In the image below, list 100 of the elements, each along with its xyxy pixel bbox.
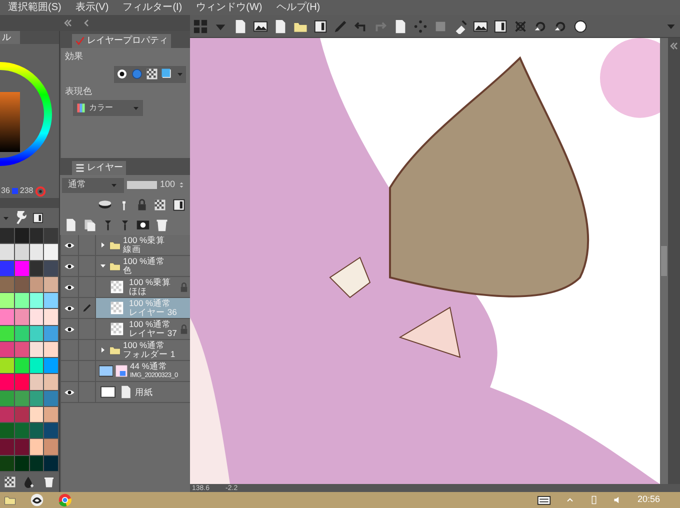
merge-down-icon[interactable] bbox=[119, 219, 131, 231]
menu-item[interactable]: フィルター(I) bbox=[122, 0, 182, 15]
layer-name[interactable]: 用紙 bbox=[135, 388, 189, 396]
watercolor-effect-icon[interactable] bbox=[131, 68, 143, 80]
expression-color-dropdown[interactable]: カラー bbox=[73, 100, 143, 116]
menu-item[interactable]: 表示(V) bbox=[75, 0, 109, 15]
color-swatch[interactable] bbox=[44, 423, 59, 440]
picture-icon[interactable] bbox=[473, 18, 488, 34]
menu-item[interactable]: ウィンドウ(W) bbox=[196, 0, 262, 15]
color-swatch[interactable] bbox=[44, 260, 59, 277]
panel-tab[interactable]: レイヤープロパティ bbox=[72, 34, 171, 48]
color-swatch[interactable] bbox=[14, 358, 30, 374]
trash-icon[interactable] bbox=[155, 218, 169, 232]
color-swatch[interactable] bbox=[14, 374, 30, 391]
fill-icon[interactable] bbox=[453, 18, 468, 34]
menu-item[interactable]: 選択範囲(S) bbox=[8, 0, 62, 15]
layer-row[interactable]: 100 %通常 色 bbox=[96, 256, 190, 276]
color-swatch[interactable] bbox=[0, 456, 15, 472]
tone-effect-icon[interactable] bbox=[146, 68, 158, 80]
color-swatch[interactable] bbox=[0, 439, 15, 456]
collapsed-arrow-icon[interactable] bbox=[99, 241, 107, 249]
app-icon[interactable] bbox=[30, 493, 44, 507]
layer-row[interactable]: 100 %乗算 線画 bbox=[96, 235, 190, 255]
lock-icon[interactable] bbox=[136, 198, 148, 212]
color-swatch[interactable] bbox=[30, 309, 44, 326]
layer-row[interactable]: 用紙 bbox=[96, 382, 190, 402]
color-swatch[interactable] bbox=[30, 374, 44, 391]
frame-icon[interactable] bbox=[493, 18, 508, 34]
color-swatch[interactable] bbox=[0, 374, 15, 391]
folder-icon[interactable] bbox=[4, 494, 16, 506]
double-chevron-icon[interactable] bbox=[670, 42, 678, 50]
color-swatch[interactable] bbox=[44, 276, 59, 294]
color-swatch[interactable] bbox=[44, 358, 59, 374]
color-swatch[interactable] bbox=[30, 358, 44, 374]
color-swatch[interactable] bbox=[0, 260, 15, 277]
spinner-icon[interactable] bbox=[178, 180, 186, 190]
new-page-icon[interactable] bbox=[273, 18, 288, 34]
color-swatch[interactable] bbox=[30, 423, 44, 440]
color-swatch[interactable] bbox=[14, 293, 30, 310]
page-export-icon[interactable] bbox=[393, 18, 408, 34]
layout-grid-icon[interactable] bbox=[193, 18, 208, 34]
layer-row[interactable]: 100 %通常 フォルダー 1 bbox=[96, 340, 190, 360]
color-swatch[interactable] bbox=[44, 374, 59, 391]
dotted-circle-icon[interactable] bbox=[413, 18, 428, 34]
collapsed-arrow-icon[interactable] bbox=[99, 346, 107, 354]
transform-icon[interactable] bbox=[513, 18, 528, 34]
color-swatch[interactable] bbox=[30, 293, 44, 310]
blend-mode-dropdown[interactable]: 通常 bbox=[62, 178, 124, 192]
color-swatch[interactable] bbox=[0, 244, 15, 261]
color-swatch[interactable] bbox=[0, 423, 15, 440]
border-effect-icon[interactable] bbox=[116, 68, 128, 80]
color-swatch[interactable] bbox=[44, 456, 59, 472]
color-swatch[interactable] bbox=[44, 293, 59, 310]
color-swatch[interactable] bbox=[44, 228, 59, 244]
color-swatch[interactable] bbox=[0, 276, 15, 294]
color-swatch[interactable] bbox=[14, 423, 30, 440]
chevron-icon[interactable] bbox=[84, 19, 89, 27]
color-swatch[interactable] bbox=[14, 309, 30, 326]
caret-icon[interactable] bbox=[176, 70, 184, 78]
color-swatch[interactable] bbox=[44, 390, 59, 407]
circle-icon[interactable] bbox=[573, 18, 588, 34]
double-chevron-icon[interactable] bbox=[64, 19, 72, 27]
color-swatch[interactable] bbox=[44, 326, 59, 342]
opacity-slider-fill[interactable] bbox=[127, 181, 157, 189]
color-swatch[interactable] bbox=[0, 326, 15, 342]
wrench-icon[interactable] bbox=[14, 211, 28, 225]
color-swatch[interactable] bbox=[0, 390, 15, 407]
page-icon[interactable] bbox=[233, 18, 248, 34]
color-swatch[interactable] bbox=[30, 244, 44, 261]
color-swatch[interactable] bbox=[44, 244, 59, 261]
add-color-icon[interactable] bbox=[4, 476, 16, 488]
color-swatch[interactable] bbox=[14, 439, 30, 456]
layer-mask-icon[interactable] bbox=[136, 218, 150, 232]
color-swatch[interactable] bbox=[14, 244, 30, 261]
brush-icon[interactable] bbox=[333, 18, 348, 34]
layer-name[interactable]: レイヤー 37 bbox=[129, 329, 177, 338]
expanded-arrow-icon[interactable] bbox=[99, 262, 107, 270]
color-swatch[interactable] bbox=[44, 309, 59, 326]
color-swatch[interactable] bbox=[44, 439, 59, 456]
color-swatch[interactable] bbox=[14, 228, 30, 244]
color-swatch[interactable] bbox=[0, 358, 15, 374]
color-swatch[interactable] bbox=[0, 309, 15, 326]
color-swatch[interactable] bbox=[0, 293, 15, 310]
layer-name[interactable]: 色 bbox=[123, 266, 189, 275]
layer-name[interactable]: ほほ bbox=[129, 287, 177, 296]
layer-row[interactable]: 100 %通常 レイヤー 37 bbox=[96, 319, 190, 339]
color-swatch[interactable] bbox=[30, 439, 44, 456]
layer-color-icon[interactable] bbox=[161, 68, 173, 80]
panel-tab[interactable]: レイヤー bbox=[72, 161, 126, 175]
layer-row[interactable]: 100 %乗算 ほほ bbox=[96, 277, 190, 297]
color-swatch[interactable] bbox=[30, 228, 44, 244]
color-swatch[interactable] bbox=[0, 406, 15, 424]
trash-icon[interactable] bbox=[43, 476, 56, 488]
color-swatch[interactable] bbox=[44, 342, 59, 358]
new-folder-icon[interactable] bbox=[83, 218, 97, 232]
panel-tab[interactable]: ル bbox=[0, 31, 20, 44]
caret-icon[interactable] bbox=[2, 214, 10, 222]
menu-item[interactable]: ヘルプ(H) bbox=[276, 0, 320, 15]
new-layer-icon[interactable] bbox=[64, 218, 78, 232]
keyboard-icon[interactable] bbox=[537, 493, 552, 507]
